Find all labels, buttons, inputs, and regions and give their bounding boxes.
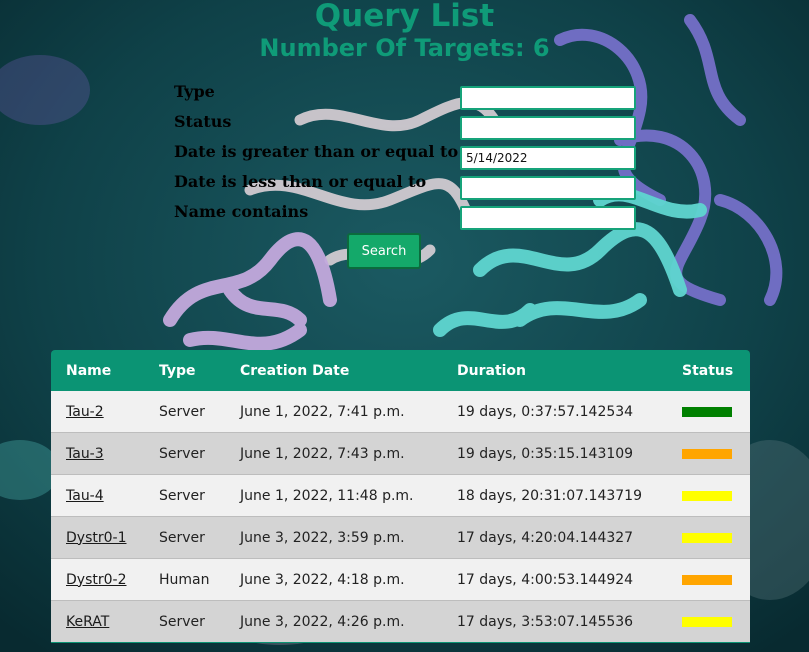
status-indicator bbox=[682, 616, 732, 627]
duration-cell: 18 days, 20:31:07.143719 bbox=[442, 474, 667, 517]
table-row: Dystr0-1 Server June 3, 2022, 3:59 p.m. … bbox=[51, 516, 750, 559]
type-filter-label: Type bbox=[174, 82, 215, 101]
date-gte-filter-input[interactable] bbox=[460, 146, 636, 170]
query-table: Name Type Creation Date Duration Status … bbox=[51, 350, 750, 643]
creation-date-cell: June 3, 2022, 4:18 p.m. bbox=[225, 558, 442, 601]
target-name-link[interactable]: KeRAT bbox=[66, 614, 109, 630]
duration-cell: 17 days, 4:20:04.144327 bbox=[442, 516, 667, 559]
target-name-link[interactable]: Dystr0-1 bbox=[66, 530, 126, 546]
target-name-link[interactable]: Tau-2 bbox=[66, 404, 104, 420]
page-title: Query List bbox=[314, 0, 495, 34]
table-row: Tau-3 Server June 1, 2022, 7:43 p.m. 19 … bbox=[51, 432, 750, 475]
target-name-link[interactable]: Tau-4 bbox=[66, 488, 104, 504]
target-name-link[interactable]: Tau-3 bbox=[66, 446, 104, 462]
creation-date-cell: June 1, 2022, 7:43 p.m. bbox=[225, 432, 442, 475]
target-type-cell: Server bbox=[144, 391, 225, 433]
status-filter-input[interactable] bbox=[460, 116, 636, 140]
header-type: Type bbox=[159, 362, 196, 379]
status-indicator bbox=[682, 532, 732, 543]
type-filter-input[interactable] bbox=[460, 86, 636, 110]
target-type-cell: Human bbox=[144, 558, 225, 601]
duration-cell: 19 days, 0:37:57.142534 bbox=[442, 391, 667, 433]
date-lte-filter-label: Date is less than or equal to bbox=[174, 172, 427, 191]
status-indicator bbox=[682, 490, 732, 501]
target-count-heading: Number Of Targets: 6 bbox=[259, 34, 550, 62]
date-gte-filter-label: Date is greater than or equal to bbox=[174, 142, 459, 161]
creation-date-cell: June 1, 2022, 11:48 p.m. bbox=[225, 474, 442, 517]
target-type-cell: Server bbox=[144, 600, 225, 643]
creation-date-cell: June 1, 2022, 7:41 p.m. bbox=[225, 391, 442, 433]
name-filter-label: Name contains bbox=[174, 202, 309, 221]
duration-cell: 17 days, 4:00:53.144924 bbox=[442, 558, 667, 601]
creation-date-cell: June 3, 2022, 3:59 p.m. bbox=[225, 516, 442, 559]
table-row: KeRAT Server June 3, 2022, 4:26 p.m. 17 … bbox=[51, 600, 750, 643]
table-row: Dystr0-2 Human June 3, 2022, 4:18 p.m. 1… bbox=[51, 558, 750, 601]
header-duration: Duration bbox=[457, 362, 527, 379]
date-lte-filter-input[interactable] bbox=[460, 176, 636, 200]
target-type-cell: Server bbox=[144, 474, 225, 517]
creation-date-cell: June 3, 2022, 4:26 p.m. bbox=[225, 600, 442, 643]
target-type-cell: Server bbox=[144, 516, 225, 559]
table-row: Tau-2 Server June 1, 2022, 7:41 p.m. 19 … bbox=[51, 391, 750, 433]
duration-cell: 17 days, 3:53:07.145536 bbox=[442, 600, 667, 643]
status-indicator bbox=[682, 448, 732, 459]
target-name-link[interactable]: Dystr0-2 bbox=[66, 572, 126, 588]
table-header-row: Name Type Creation Date Duration Status bbox=[51, 350, 750, 391]
status-filter-label: Status bbox=[174, 112, 232, 131]
table-row: Tau-4 Server June 1, 2022, 11:48 p.m. 18… bbox=[51, 474, 750, 517]
name-filter-input[interactable] bbox=[460, 206, 636, 230]
header-status: Status bbox=[682, 362, 734, 379]
target-type-cell: Server bbox=[144, 432, 225, 475]
search-button[interactable]: Search bbox=[347, 233, 421, 269]
header-creation-date: Creation Date bbox=[240, 362, 350, 379]
status-indicator bbox=[682, 574, 732, 585]
duration-cell: 19 days, 0:35:15.143109 bbox=[442, 432, 667, 475]
header-name: Name bbox=[66, 362, 112, 379]
status-indicator bbox=[682, 406, 732, 417]
